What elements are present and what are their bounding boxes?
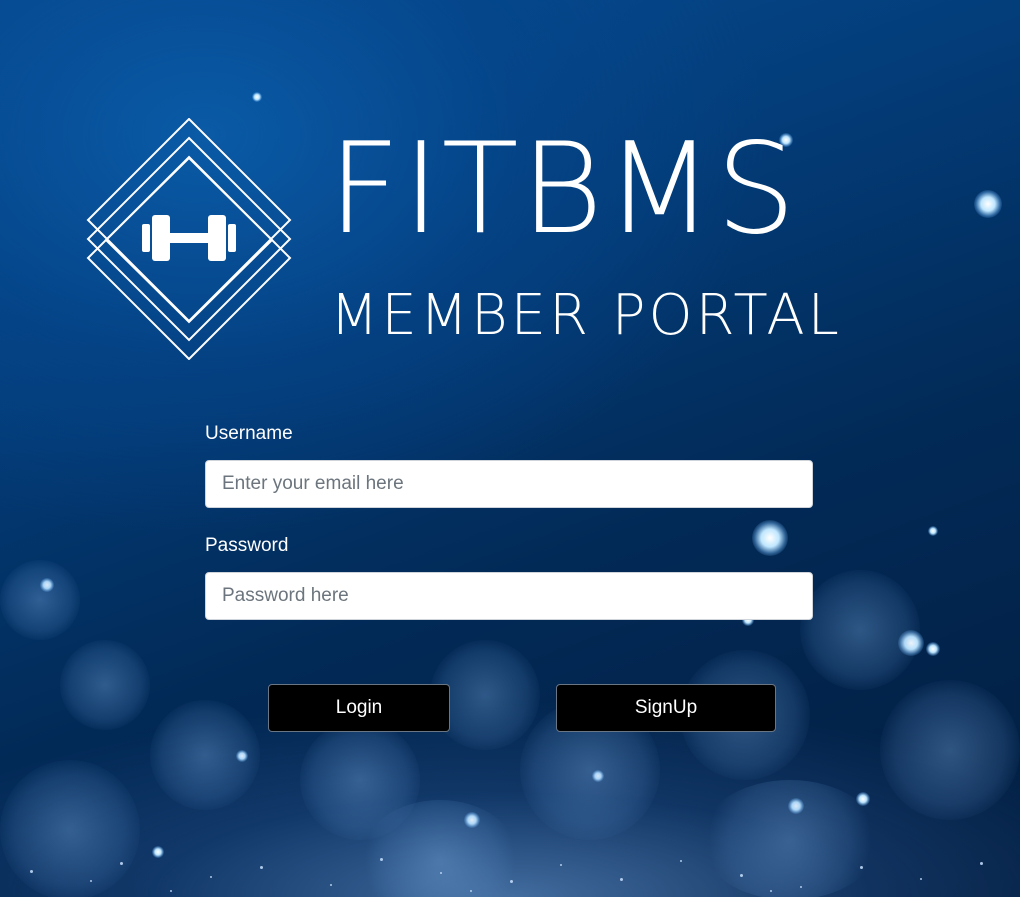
brand-title: FITBMS bbox=[328, 115, 798, 262]
login-button[interactable]: Login bbox=[268, 684, 450, 732]
brand-logo bbox=[86, 117, 292, 361]
password-label: Password bbox=[205, 535, 289, 556]
signup-button[interactable]: SignUp bbox=[556, 684, 776, 732]
username-input[interactable] bbox=[205, 460, 813, 508]
username-label: Username bbox=[205, 423, 293, 444]
dumbbell-icon bbox=[86, 117, 292, 361]
brand-subtitle: MEMBER PORTAL bbox=[330, 283, 842, 348]
password-input[interactable] bbox=[205, 572, 813, 620]
login-form: Username Password bbox=[205, 420, 813, 644]
